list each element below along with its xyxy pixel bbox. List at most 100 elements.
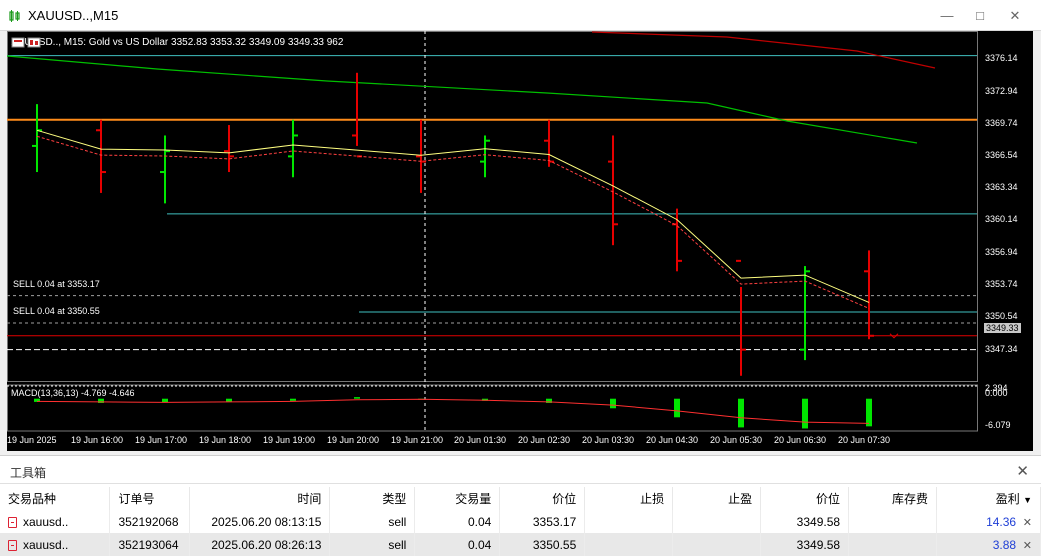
- column-header[interactable]: 库存费: [848, 487, 937, 510]
- time-tick: 20 Jun 01:30: [454, 435, 507, 445]
- price-cell: 3350.55: [499, 533, 586, 556]
- column-header[interactable]: 价位: [760, 487, 850, 510]
- sl-cell[interactable]: [584, 533, 674, 556]
- symbol-cell: xauusd..: [23, 537, 69, 552]
- price-tick: 3360.14: [985, 214, 1018, 224]
- close-order-icon[interactable]: ✕: [1023, 540, 1032, 552]
- time-tick: 20 Jun 03:30: [582, 435, 635, 445]
- orders-table: 交易品种 订单号 时间 类型 交易量 价位 止损 止盈 价位 库存费 盈利 ▼ …: [0, 487, 1041, 556]
- price-tick: 3376.14: [985, 53, 1018, 63]
- time-cell: 2025.06.20 08:13:15: [189, 510, 331, 533]
- minimize-button[interactable]: —: [937, 6, 957, 26]
- macd-tick: -6.079: [985, 420, 1011, 430]
- close-order-icon[interactable]: ✕: [1023, 517, 1032, 529]
- type-cell: sell: [329, 533, 416, 556]
- time-tick: 20 Jun 04:30: [646, 435, 699, 445]
- sl-cell[interactable]: [584, 510, 674, 533]
- window-title: XAUUSD..,M15: [28, 8, 119, 23]
- profit-cell: 14.36: [986, 514, 1017, 529]
- price-tick: 3366.54: [985, 150, 1018, 160]
- tp-cell[interactable]: [672, 533, 762, 556]
- column-header-sorted[interactable]: 盈利 ▼: [936, 487, 1041, 510]
- column-header[interactable]: 时间: [189, 487, 331, 510]
- time-tick: 20 Jun 05:30: [710, 435, 763, 445]
- maximize-button[interactable]: □: [970, 6, 990, 26]
- column-header[interactable]: 止盈: [672, 487, 762, 510]
- time-tick: 19 Jun 18:00: [199, 435, 252, 445]
- time-tick: 20 Jun 06:30: [774, 435, 827, 445]
- table-header: 交易品种 订单号 时间 类型 交易量 价位 止损 止盈 价位 库存费 盈利 ▼: [0, 487, 1041, 510]
- chart-header: XAUUSD.., M15: Gold vs US Dollar 3352.83…: [11, 37, 343, 48]
- macd-histogram-bar: [802, 398, 808, 429]
- price-tick: 3353.74: [985, 279, 1018, 289]
- long-ma-line: [591, 31, 936, 69]
- macd-signal-line: [36, 398, 870, 424]
- tp-cell[interactable]: [672, 510, 762, 533]
- time-tick: 20 Jun 07:30: [838, 435, 891, 445]
- macd-histogram-bar: [866, 398, 872, 427]
- toolbox-title: 工具箱: [10, 466, 47, 480]
- order-icon: [8, 516, 17, 528]
- time-tick: 20 Jun 02:30: [518, 435, 571, 445]
- trade-label-1: SELL 0.04 at 3353.17: [13, 279, 100, 289]
- fast-ma-dashed-line: [36, 135, 870, 309]
- price-cell: 3353.17: [499, 510, 586, 533]
- table-row[interactable]: xauusd.. 352192068 2025.06.20 08:13:15 s…: [0, 510, 1041, 533]
- time-tick: 19 Jun 19:00: [263, 435, 316, 445]
- swap-cell: [848, 510, 937, 533]
- volume-cell: 0.04: [414, 510, 501, 533]
- time-tick: 19 Jun 17:00: [135, 435, 188, 445]
- title-bar: XAUUSD..,M15 — □ ✕: [0, 0, 1041, 31]
- candlestick-icon: [9, 10, 20, 22]
- macd-histogram-bar: [674, 398, 680, 418]
- price-tick: 3372.94: [985, 86, 1018, 96]
- macd-histogram-bar: [610, 398, 616, 409]
- column-header[interactable]: 止损: [584, 487, 674, 510]
- slow-ma-line: [7, 55, 918, 144]
- toolbox-close-icon[interactable]: ✕: [1016, 462, 1029, 480]
- price-tick: 3347.34: [985, 344, 1018, 354]
- symbol-cell: xauusd..: [23, 514, 69, 529]
- column-header[interactable]: 交易品种: [0, 487, 111, 510]
- chart-canvas[interactable]: [7, 31, 1033, 451]
- macd-histogram-bar: [162, 398, 168, 403]
- close-button[interactable]: ✕: [1005, 6, 1025, 26]
- current-price-label: 3349.33: [984, 323, 1021, 333]
- time-cell: 2025.06.20 08:26:13: [189, 533, 331, 556]
- column-header-label: 盈利: [995, 492, 1020, 506]
- price-tick: 3369.74: [985, 118, 1018, 128]
- volume-cell: 0.04: [414, 533, 501, 556]
- macd-histogram-bar: [738, 398, 744, 428]
- macd-pane-frame: [7, 384, 978, 432]
- time-tick: 19 Jun 16:00: [71, 435, 124, 445]
- time-tick: 19 Jun 2025: [7, 435, 57, 445]
- column-header[interactable]: 订单号: [109, 487, 191, 510]
- profit-cell: 3.88: [992, 537, 1017, 552]
- main-pane-frame: [7, 31, 978, 382]
- time-tick: 19 Jun 21:00: [391, 435, 444, 445]
- price-chart[interactable]: XAUUSD.., M15: Gold vs US Dollar 3352.83…: [7, 31, 1033, 451]
- type-cell: sell: [329, 510, 416, 533]
- trade-label-2: SELL 0.04 at 3350.55: [13, 306, 100, 316]
- macd-histogram-bar: [290, 398, 296, 401]
- price-tick: 3350.54: [985, 311, 1018, 321]
- order-cell: 352193064: [109, 533, 191, 556]
- chart-header-text: XAUUSD.., M15: Gold vs US Dollar 3352.83…: [11, 37, 344, 48]
- macd-histogram-bar: [354, 397, 360, 399]
- column-header[interactable]: 价位: [499, 487, 586, 510]
- sort-down-icon: ▼: [1023, 495, 1032, 505]
- column-header[interactable]: 类型: [329, 487, 416, 510]
- order-icon: [8, 539, 17, 551]
- current-price-cell: 3349.58: [760, 533, 850, 556]
- table-row[interactable]: xauusd.. 352193064 2025.06.20 08:26:13 s…: [0, 533, 1041, 556]
- toolbox-panel: 工具箱 ✕ 交易品种 订单号 时间 类型 交易量 价位 止损 止盈 价位 库存费…: [0, 455, 1041, 556]
- chart-type-icons: [11, 37, 41, 48]
- macd-tick: 0.000: [985, 388, 1008, 398]
- divider: [0, 483, 1041, 484]
- price-tick: 3356.94: [985, 247, 1018, 257]
- order-cell: 352192068: [109, 510, 191, 533]
- macd-label: MACD(13,36,13) -4.769 -4.646: [11, 388, 135, 398]
- current-price-cell: 3349.58: [760, 510, 850, 533]
- column-header[interactable]: 交易量: [414, 487, 501, 510]
- price-tick: 3363.34: [985, 182, 1018, 192]
